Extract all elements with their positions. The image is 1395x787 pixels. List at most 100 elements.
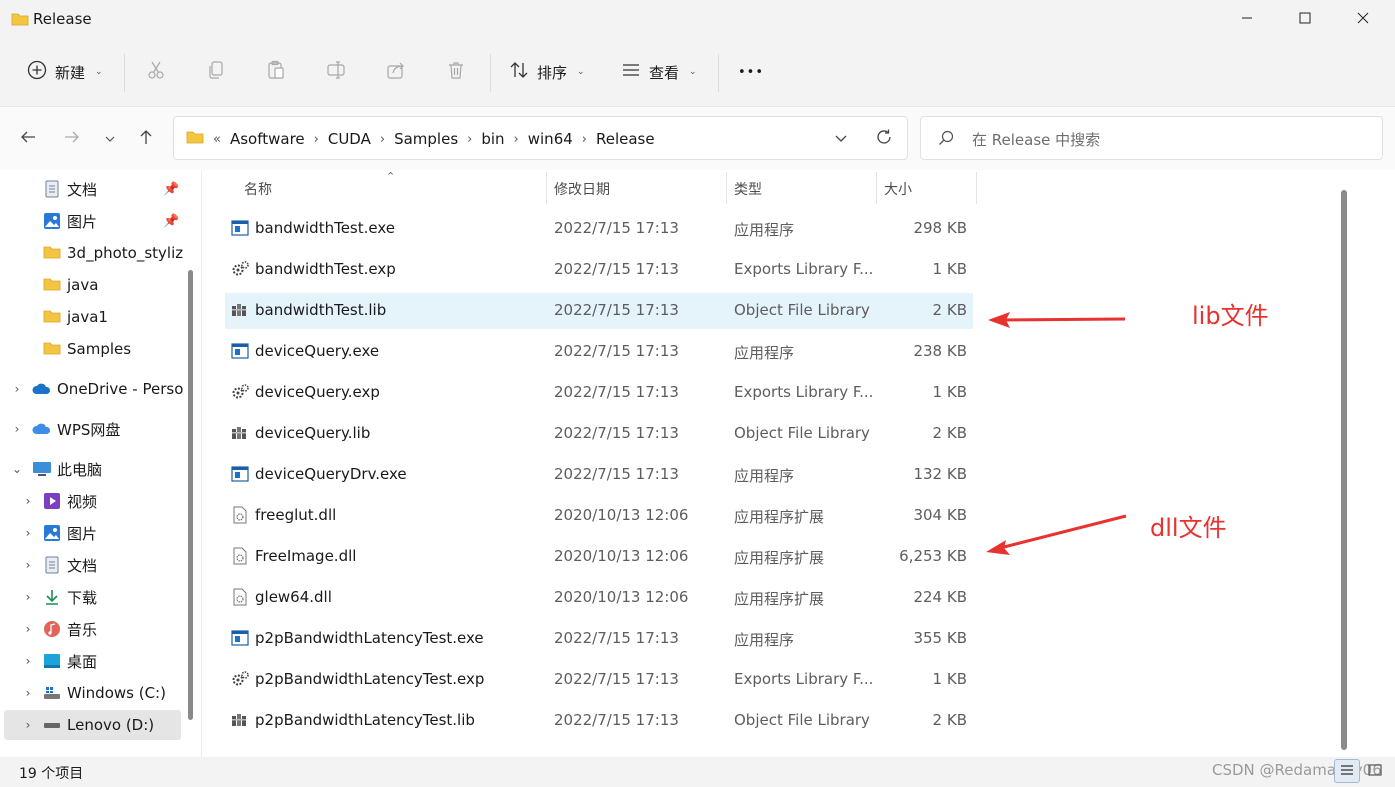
chevron-right-icon[interactable]: › xyxy=(11,382,23,396)
share-icon xyxy=(386,60,406,84)
file-row[interactable]: freeglut.dll 2020/10/13 12:06 应用程序扩展 304 KB xyxy=(225,498,973,534)
address-bar[interactable]: « Asoftware › CUDA › Samples › bin › win… xyxy=(173,116,908,160)
sort-button[interactable]: 排序 ⌄ xyxy=(509,54,585,90)
sidebar-item-this-pc[interactable]: ⌄ 此电脑 xyxy=(0,454,183,484)
rename-button[interactable] xyxy=(326,54,346,90)
sidebar-item-drive-d[interactable]: › Lenovo (D:) xyxy=(4,710,181,740)
cut-button[interactable] xyxy=(146,54,166,90)
chevron-right-icon[interactable]: › xyxy=(22,686,34,700)
breadcrumb-overflow[interactable]: « xyxy=(213,132,221,147)
delete-button[interactable] xyxy=(446,54,466,90)
paste-button[interactable] xyxy=(266,54,286,90)
column-divider[interactable] xyxy=(976,172,977,204)
column-divider[interactable] xyxy=(546,172,547,204)
search-icon xyxy=(938,130,954,150)
tiles-view-button[interactable] xyxy=(1362,759,1388,783)
cut-icon xyxy=(146,60,166,84)
column-divider[interactable] xyxy=(726,172,727,204)
view-button[interactable]: 查看 ⌄ xyxy=(621,54,697,90)
sidebar-item-drive-c[interactable]: › Windows (C:) xyxy=(0,678,183,708)
sidebar-item-documents-pinned[interactable]: 文档 📌 xyxy=(0,174,183,204)
chevron-right-icon[interactable]: › xyxy=(22,494,34,508)
more-options-button[interactable]: ••• xyxy=(738,54,764,90)
chevron-down-icon[interactable]: ⌄ xyxy=(11,462,23,476)
file-row[interactable]: bandwidthTest.exp 2022/7/15 17:13 Exports … xyxy=(225,252,973,288)
sidebar-item-videos[interactable]: › 视频 xyxy=(0,486,183,516)
recent-locations-button[interactable] xyxy=(96,125,124,153)
file-row[interactable]: deviceQuery.exp 2022/7/15 17:13 Exports Li… xyxy=(225,375,973,411)
sidebar-scrollbar[interactable] xyxy=(188,270,193,720)
file-row[interactable]: FreeImage.dll 2020/10/13 12:06 应用程序扩展 6,253… xyxy=(225,539,973,575)
column-header-date[interactable]: 修改日期 xyxy=(554,174,610,204)
sidebar-item-pictures-pinned[interactable]: 图片 📌 xyxy=(0,206,183,236)
chevron-right-icon[interactable]: › xyxy=(314,132,319,147)
file-list-scrollbar[interactable] xyxy=(1341,190,1347,750)
forward-button[interactable] xyxy=(58,125,86,153)
document-icon xyxy=(43,180,61,198)
pane-divider[interactable] xyxy=(201,170,202,757)
file-row[interactable]: glew64.dll 2020/10/13 12:06 应用程序扩展 224 KB xyxy=(225,580,973,616)
chevron-right-icon[interactable]: › xyxy=(22,526,34,540)
chevron-right-icon[interactable]: › xyxy=(22,590,34,604)
file-row[interactable]: p2pBandwidthLatencyTest.exe 2022/7/15 17:… xyxy=(225,621,973,657)
sidebar-item-documents[interactable]: › 文档 xyxy=(0,550,183,580)
file-row[interactable]: bandwidthTest.exe 2022/7/15 17:13 应用程序 298 … xyxy=(225,211,973,247)
sidebar-item-wps-cloud[interactable]: › WPS网盘 xyxy=(0,414,183,444)
chevron-right-icon[interactable]: › xyxy=(380,132,385,147)
search-input[interactable]: 在 Release 中搜索 xyxy=(920,116,1383,160)
file-date: 2022/7/15 17:13 xyxy=(554,711,679,729)
breadcrumb-release[interactable]: Release xyxy=(596,130,655,148)
file-row[interactable]: p2pBandwidthLatencyTest.exp 2022/7/15 17:… xyxy=(225,662,973,698)
chevron-right-icon[interactable]: › xyxy=(22,654,34,668)
sidebar-item-java1[interactable]: java1 xyxy=(0,302,183,332)
chevron-right-icon[interactable]: › xyxy=(22,558,34,572)
details-view-button[interactable] xyxy=(1334,759,1360,783)
column-header-type[interactable]: 类型 xyxy=(734,174,762,204)
breadcrumb-samples[interactable]: Samples xyxy=(394,130,458,148)
refresh-icon[interactable] xyxy=(875,128,893,150)
chevron-right-icon[interactable]: › xyxy=(11,422,23,436)
share-button[interactable] xyxy=(386,54,406,90)
file-row[interactable]: deviceQuery.exe 2022/7/15 17:13 应用程序 238 KB xyxy=(225,334,973,370)
file-size: 1 KB xyxy=(932,670,967,688)
chevron-right-icon[interactable]: › xyxy=(582,132,587,147)
sidebar-item-downloads[interactable]: › 下载 xyxy=(0,582,183,612)
file-row[interactable]: deviceQuery.lib 2022/7/15 17:13 Object Fil… xyxy=(225,416,973,452)
chevron-right-icon[interactable]: › xyxy=(467,132,472,147)
sidebar-item-desktop[interactable]: › 桌面 xyxy=(0,646,183,676)
back-button[interactable] xyxy=(14,125,42,153)
breadcrumb-asoftware[interactable]: Asoftware xyxy=(230,130,305,148)
close-button[interactable] xyxy=(1334,0,1392,38)
sidebar-item-3d-photo[interactable]: 3d_photo_styliz xyxy=(0,238,183,268)
file-name: p2pBandwidthLatencyTest.exp xyxy=(255,670,485,688)
file-row[interactable]: bandwidthTest.lib 2022/7/15 17:13 Object F… xyxy=(225,293,973,329)
sidebar-item-java[interactable]: java xyxy=(0,270,183,300)
minimize-button[interactable] xyxy=(1218,0,1276,38)
file-row[interactable]: deviceQueryDrv.exe 2022/7/15 17:13 应用程序 132… xyxy=(225,457,973,493)
chevron-down-icon: ⌄ xyxy=(95,67,103,77)
chevron-right-icon[interactable]: › xyxy=(22,622,34,636)
maximize-button[interactable] xyxy=(1276,0,1334,38)
new-button[interactable]: 新建 ⌄ xyxy=(27,54,103,90)
sidebar-item-samples[interactable]: Samples xyxy=(0,334,183,364)
breadcrumb-cuda[interactable]: CUDA xyxy=(328,130,371,148)
copy-button[interactable] xyxy=(206,54,226,90)
column-header-size[interactable]: 大小 xyxy=(884,174,912,204)
chevron-right-icon[interactable]: › xyxy=(22,718,34,732)
chevron-right-icon[interactable]: › xyxy=(514,132,519,147)
file-name: deviceQueryDrv.exe xyxy=(255,465,407,483)
sidebar-item-onedrive[interactable]: › OneDrive - Perso xyxy=(0,374,183,404)
column-header-name[interactable]: 名称 xyxy=(244,174,272,204)
breadcrumb: « Asoftware › CUDA › Samples › bin › win… xyxy=(186,129,655,149)
sidebar-item-music[interactable]: › 音乐 xyxy=(0,614,183,644)
file-name: p2pBandwidthLatencyTest.lib xyxy=(255,711,475,729)
breadcrumb-bin[interactable]: bin xyxy=(481,130,504,148)
column-divider[interactable] xyxy=(876,172,877,204)
file-date: 2020/10/13 12:06 xyxy=(554,506,689,524)
chevron-down-icon: ⌄ xyxy=(689,67,697,77)
file-row[interactable]: p2pBandwidthLatencyTest.lib 2022/7/15 17:… xyxy=(225,703,973,739)
breadcrumb-win64[interactable]: win64 xyxy=(528,130,573,148)
up-button[interactable] xyxy=(132,125,160,153)
sidebar-item-pictures[interactable]: › 图片 xyxy=(0,518,183,548)
address-history-icon[interactable] xyxy=(834,131,848,149)
